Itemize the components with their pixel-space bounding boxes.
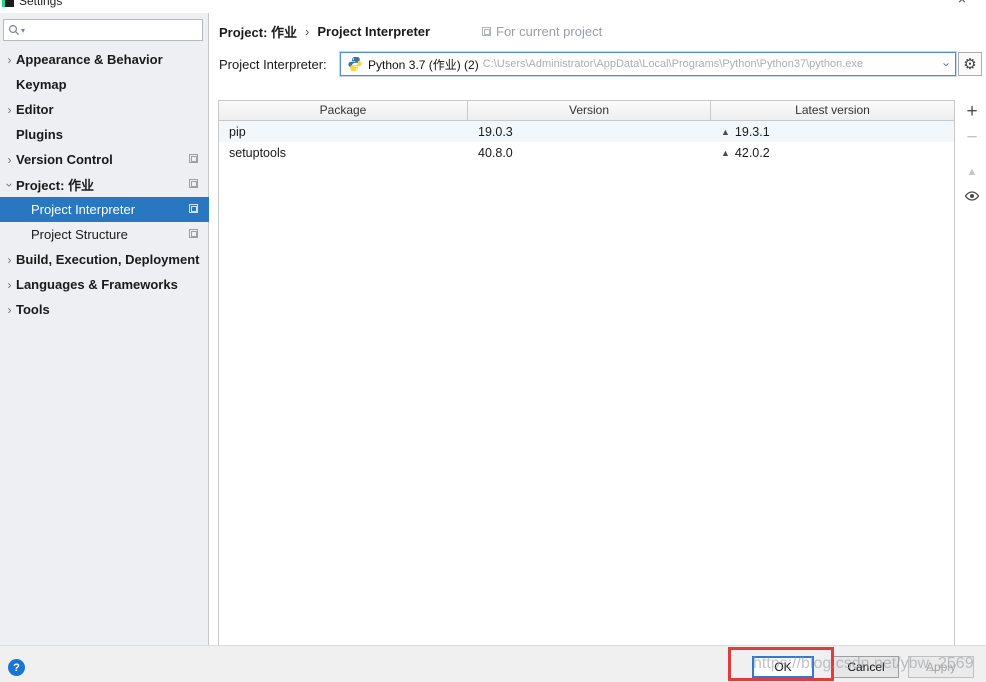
sidebar-item-label: Version Control	[16, 152, 113, 167]
help-button[interactable]: ?	[8, 659, 25, 676]
cancel-button[interactable]: Cancel	[833, 656, 899, 678]
sidebar-item-project-structure[interactable]: Project Structure	[0, 222, 209, 247]
interpreter-combobox[interactable]: Python 3.7 (作业) (2) C:\Users\Administrat…	[340, 52, 956, 76]
sidebar-item-project-interpreter[interactable]: Project Interpreter	[0, 197, 209, 222]
gear-icon: ⚙	[963, 56, 977, 73]
settings-tree: › Appearance & Behavior Keymap › Editor Plugi…	[0, 47, 209, 322]
app-icon	[2, 0, 14, 7]
sidebar-item-label: Tools	[16, 302, 50, 317]
sidebar-item-keymap[interactable]: Keymap	[0, 72, 209, 97]
shared-settings-icon	[189, 179, 198, 188]
sidebar-item-label: Languages & Frameworks	[16, 277, 178, 292]
chevron-collapsed-icon[interactable]: ›	[3, 253, 16, 267]
chevron-expanded-icon[interactable]: ›	[3, 178, 17, 191]
apply-button: Apply	[908, 656, 974, 678]
install-package-button[interactable]: +	[961, 100, 983, 124]
minus-icon: −	[966, 127, 978, 148]
column-header-version[interactable]: Version	[468, 101, 711, 120]
shared-settings-icon	[189, 229, 198, 238]
upgrade-icon: ▲	[966, 166, 978, 178]
sidebar-item-label: Appearance & Behavior	[16, 52, 163, 67]
packages-table-header: Package Version Latest version	[219, 101, 954, 121]
package-name: pip	[229, 124, 246, 139]
breadcrumb-project[interactable]: Project: 作业	[219, 22, 297, 41]
sidebar-item-label: Build, Execution, Deployment	[16, 252, 200, 267]
table-row-pip[interactable]: pip 19.0.3 ▲ 19.3.1	[219, 121, 954, 142]
sidebar-search[interactable]: ▾	[3, 19, 203, 41]
package-version: 19.0.3	[478, 124, 513, 139]
uninstall-package-button[interactable]: −	[961, 126, 983, 150]
upgrade-package-button[interactable]: ▲	[961, 160, 983, 184]
sidebar-item-build-execution-deployment[interactable]: › Build, Execution, Deployment	[0, 247, 209, 272]
scope-indicator: For current project	[482, 24, 602, 39]
latest-version-value: 19.3.1	[734, 124, 770, 139]
sidebar-item-label: Project: 作业	[16, 178, 95, 193]
scope-icon	[482, 27, 491, 36]
column-header-package[interactable]: Package	[219, 101, 468, 120]
upgrade-available-icon: ▲	[721, 147, 730, 158]
sidebar-item-languages-frameworks[interactable]: › Languages & Frameworks	[0, 272, 209, 297]
settings-sidebar: ▾ › Appearance & Behavior Keymap › Editor Plu…	[0, 13, 209, 645]
chevron-down-icon[interactable]: ›	[939, 62, 954, 66]
show-early-releases-button[interactable]	[961, 185, 983, 209]
package-latest-version: ▲ 19.3.1	[711, 125, 954, 139]
search-icon	[8, 24, 20, 36]
sidebar-item-editor[interactable]: › Editor	[0, 97, 209, 122]
column-header-latest-version[interactable]: Latest version	[711, 101, 954, 120]
package-name: setuptools	[229, 145, 286, 160]
sidebar-item-appearance-behavior[interactable]: › Appearance & Behavior	[0, 47, 209, 72]
sidebar-item-plugins[interactable]: Plugins	[0, 122, 209, 147]
python-icon	[347, 56, 363, 72]
breadcrumb-separator: ›	[305, 24, 310, 39]
chevron-collapsed-icon[interactable]: ›	[3, 153, 16, 167]
close-icon[interactable]: ×	[958, 0, 966, 7]
question-icon: ?	[13, 661, 20, 674]
search-input[interactable]	[25, 23, 198, 37]
packages-toolbar: + − ▲	[958, 100, 986, 209]
upgrade-available-icon: ▲	[721, 126, 730, 137]
window-title: Settings	[19, 0, 63, 8]
chevron-collapsed-icon[interactable]: ›	[3, 103, 16, 117]
sidebar-item-label: Editor	[16, 102, 54, 117]
chevron-collapsed-icon[interactable]: ›	[3, 53, 16, 67]
sidebar-item-tools[interactable]: › Tools	[0, 297, 209, 322]
interpreter-path: C:\Users\Administrator\AppData\Local\Pro…	[482, 58, 864, 70]
interpreter-name: Python 3.7 (作业) (2)	[368, 57, 479, 72]
sidebar-item-version-control[interactable]: › Version Control	[0, 147, 209, 172]
plus-icon: +	[966, 101, 978, 122]
sidebar-item-label: Keymap	[16, 77, 67, 92]
interpreter-label: Project Interpreter:	[219, 57, 327, 72]
dialog-footer: ? OK Cancel Apply https://blog.csdn.net/…	[0, 645, 986, 682]
sidebar-item-label: Project Structure	[31, 227, 128, 242]
shared-settings-icon	[189, 154, 198, 163]
breadcrumb-page: Project Interpreter	[317, 24, 431, 39]
sidebar-item-label: Project Interpreter	[31, 202, 136, 217]
package-latest-version: ▲ 42.0.2	[711, 146, 954, 160]
interpreter-settings-button[interactable]: ⚙	[958, 52, 982, 76]
eye-icon	[964, 188, 980, 207]
table-row-setuptools[interactable]: setuptools 40.8.0 ▲ 42.0.2	[219, 142, 954, 163]
package-version: 40.8.0	[478, 145, 513, 160]
main-panel: Project: 作业 › Project Interpreter For cu…	[210, 13, 986, 648]
ok-button[interactable]: OK	[752, 656, 814, 678]
sidebar-item-project-作业[interactable]: › Project: 作业	[0, 172, 209, 197]
breadcrumb: Project: 作业 › Project Interpreter	[219, 22, 430, 41]
chevron-collapsed-icon[interactable]: ›	[3, 303, 16, 317]
chevron-collapsed-icon[interactable]: ›	[3, 278, 16, 292]
sidebar-item-label: Plugins	[16, 127, 63, 142]
shared-settings-icon	[189, 204, 198, 213]
window-titlebar: Settings ×	[0, 0, 986, 13]
latest-version-value: 42.0.2	[734, 145, 770, 160]
packages-table: Package Version Latest version pip 19.0.3 ▲ 1…	[218, 100, 955, 648]
scope-label: For current project	[496, 24, 603, 39]
